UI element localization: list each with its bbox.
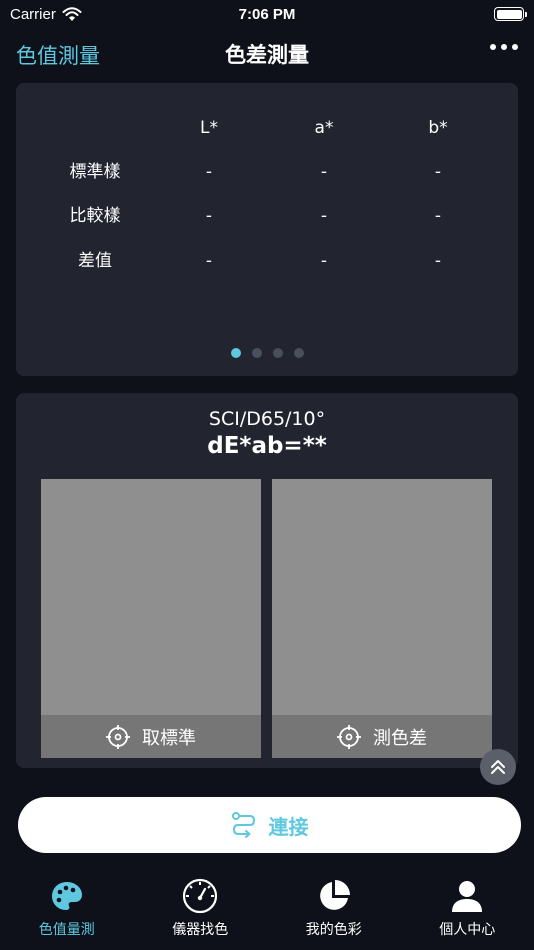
connect-button[interactable]: 連接: [18, 797, 521, 853]
palette-icon: [49, 878, 85, 914]
tab-profile[interactable]: 個人中心: [401, 872, 534, 950]
table-row: 差值 - - -: [16, 246, 518, 276]
standard-swatch: 取標準: [41, 479, 261, 758]
cell-l: -: [205, 162, 213, 182]
back-button[interactable]: 色值測量: [16, 40, 100, 70]
pie-chart-icon: [316, 878, 352, 914]
swatch-card: SCI/D65/10° dE*ab=** 取標準 測色差: [16, 393, 518, 768]
header-a: a*: [314, 118, 334, 138]
page-dot[interactable]: [293, 348, 304, 358]
scroll-top-button[interactable]: [480, 749, 516, 785]
tab-bar: 色值量測 儀器找色 我的色彩 個人中心: [0, 872, 534, 950]
header-l: L*: [200, 118, 218, 138]
page-title: 色差測量: [225, 43, 309, 67]
measure-difference-button[interactable]: 測色差: [272, 715, 492, 758]
cell-a: -: [320, 251, 328, 271]
table-row: 比較樣 - - -: [16, 201, 518, 231]
gauge-icon: [182, 878, 218, 914]
crosshair-icon: [106, 724, 130, 749]
header-b: b*: [428, 118, 448, 138]
tab-my-colors[interactable]: 我的色彩: [267, 872, 401, 950]
measure-difference-label: 測色差: [373, 727, 427, 749]
row-label: 標準樣: [69, 162, 121, 182]
cell-b: -: [434, 206, 442, 226]
tab-label: 儀器找色: [172, 922, 229, 938]
cell-a: -: [320, 206, 328, 226]
cell-a: -: [320, 162, 328, 182]
user-icon: [449, 878, 485, 914]
page-dot[interactable]: [272, 348, 283, 358]
take-standard-label: 取標準: [142, 727, 196, 749]
status-time: 7:06 PM: [238, 5, 296, 23]
table-row: 標準樣 - - -: [16, 157, 518, 187]
delta-e-value: dE*ab=**: [207, 433, 327, 459]
cell-l: -: [205, 251, 213, 271]
page-indicator[interactable]: [16, 348, 518, 358]
row-label: 比較樣: [69, 206, 121, 226]
nav-bar: 色值測量 色差測量: [0, 32, 534, 76]
connect-label: 連接: [268, 814, 309, 839]
cell-b: -: [434, 251, 442, 271]
crosshair-icon: [337, 724, 361, 749]
cell-b: -: [434, 162, 442, 182]
battery-icon: [494, 7, 527, 21]
take-standard-button[interactable]: 取標準: [41, 715, 261, 758]
page-dot[interactable]: [230, 348, 241, 358]
measurement-table-card: L* a* b* 標準樣 - - - 比較樣 - - - 差值 - - -: [16, 83, 518, 376]
page-dot[interactable]: [251, 348, 262, 358]
tab-label: 個人中心: [439, 922, 496, 938]
status-bar: Carrier 7:06 PM: [0, 0, 534, 28]
tab-label: 色值量測: [38, 922, 95, 938]
double-chevron-up-icon: [491, 760, 505, 774]
cell-l: -: [205, 206, 213, 226]
tab-instrument-find[interactable]: 儀器找色: [134, 872, 268, 950]
tab-color-measure[interactable]: 色值量測: [0, 872, 134, 950]
more-icon[interactable]: [490, 44, 518, 50]
measurement-condition: SCI/D65/10°: [208, 408, 326, 430]
table-header: L* a* b*: [16, 113, 518, 143]
sample-swatch: 測色差: [272, 479, 492, 758]
tab-label: 我的色彩: [305, 922, 362, 938]
route-icon: [231, 812, 255, 838]
row-label: 差值: [78, 251, 112, 271]
